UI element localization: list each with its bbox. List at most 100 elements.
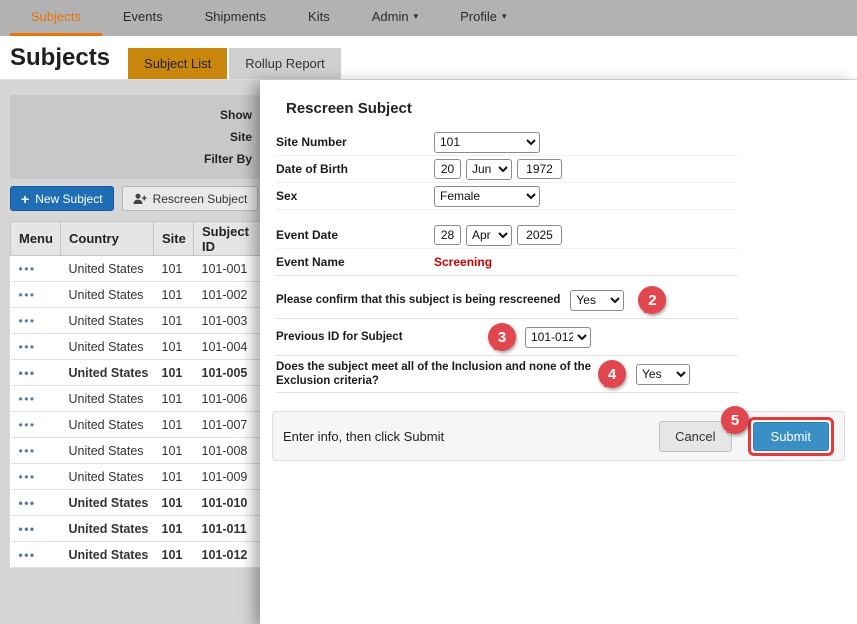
- field-site-number: Site Number 101: [276, 129, 738, 156]
- nav-item-events[interactable]: Events: [102, 0, 184, 36]
- top-nav: Subjects Events Shipments Kits Admin ▾ P…: [0, 0, 857, 36]
- tab-subject-list[interactable]: Subject List: [128, 48, 227, 79]
- row-menu-icon[interactable]: •••: [19, 444, 36, 458]
- cell-country: United States: [61, 412, 154, 438]
- cell-subject-id: 101-005: [194, 360, 261, 386]
- row-menu-icon[interactable]: •••: [19, 548, 36, 562]
- nav-item-label: Admin: [372, 9, 409, 24]
- cell-subject-id: 101-008: [194, 438, 261, 464]
- col-header-site[interactable]: Site: [154, 222, 194, 256]
- row-menu-icon[interactable]: •••: [19, 340, 36, 354]
- table-row[interactable]: ••• United States 101 101-004: [11, 334, 261, 360]
- row-menu-icon[interactable]: •••: [19, 522, 36, 536]
- cell-subject-id: 101-006: [194, 386, 261, 412]
- cell-subject-id: 101-012: [194, 542, 261, 568]
- nav-item-label: Kits: [308, 9, 330, 24]
- plus-icon: +: [21, 191, 29, 207]
- table-row[interactable]: ••• United States 101 101-007: [11, 412, 261, 438]
- table-row[interactable]: ••• United States 101 101-001: [11, 256, 261, 282]
- cell-country: United States: [61, 334, 154, 360]
- table-row[interactable]: ••• United States 101 101-003: [11, 308, 261, 334]
- row-menu-icon[interactable]: •••: [19, 392, 36, 406]
- dob-year-input[interactable]: [517, 159, 562, 179]
- site-number-select[interactable]: 101: [434, 132, 540, 153]
- col-header-menu[interactable]: Menu: [11, 222, 61, 256]
- filter-label-show: Show: [10, 104, 252, 126]
- cell-country: United States: [61, 490, 154, 516]
- nav-item-subjects[interactable]: Subjects: [10, 0, 102, 36]
- cell-country: United States: [61, 360, 154, 386]
- row-menu-icon[interactable]: •••: [19, 418, 36, 432]
- new-subject-label: New Subject: [35, 192, 102, 206]
- col-header-subject-id[interactable]: Subject ID: [194, 222, 261, 256]
- submit-button[interactable]: Submit: [753, 422, 829, 451]
- table-row[interactable]: ••• United States 101 101-011: [11, 516, 261, 542]
- cell-country: United States: [61, 542, 154, 568]
- step-callout-4: 4: [598, 360, 626, 388]
- rescreen-modal: Rescreen Subject Site Number 101 Date of…: [260, 80, 857, 624]
- col-header-country[interactable]: Country: [61, 222, 154, 256]
- page-header: Subjects Subject List Rollup Report: [0, 36, 857, 80]
- nav-item-kits[interactable]: Kits: [287, 0, 351, 36]
- field-event-name: Event Name Screening: [276, 249, 738, 276]
- person-plus-icon: [133, 193, 147, 205]
- field-event-date: Event Date Apr: [276, 222, 738, 249]
- cell-site: 101: [154, 386, 194, 412]
- event-name-label: Event Name: [276, 255, 434, 269]
- tab-rollup-report[interactable]: Rollup Report: [229, 48, 341, 79]
- row-menu-icon[interactable]: •••: [19, 470, 36, 484]
- previous-id-select[interactable]: 101-012: [525, 327, 591, 348]
- table-row[interactable]: ••• United States 101 101-009: [11, 464, 261, 490]
- row-menu-icon[interactable]: •••: [19, 314, 36, 328]
- table-row[interactable]: ••• United States 101 101-006: [11, 386, 261, 412]
- nav-item-profile[interactable]: Profile ▾: [439, 0, 527, 36]
- cell-site: 101: [154, 308, 194, 334]
- table-header-row: Menu Country Site Subject ID: [11, 222, 261, 256]
- cell-subject-id: 101-004: [194, 334, 261, 360]
- rescreen-subject-label: Rescreen Subject: [153, 192, 248, 206]
- sex-select[interactable]: Female: [434, 186, 540, 207]
- row-menu-icon[interactable]: •••: [19, 288, 36, 302]
- dob-day-input[interactable]: [434, 159, 461, 179]
- page-title: Subjects: [10, 44, 110, 72]
- nav-item-admin[interactable]: Admin ▾: [351, 0, 439, 36]
- table-row[interactable]: ••• United States 101 101-010: [11, 490, 261, 516]
- nav-item-label: Shipments: [205, 9, 266, 24]
- cell-site: 101: [154, 438, 194, 464]
- submit-highlight-box: Submit: [748, 417, 834, 456]
- field-confirm-rescreen: Please confirm that this subject is bein…: [276, 282, 738, 319]
- dob-month-select[interactable]: Jun: [466, 159, 512, 180]
- table-row[interactable]: ••• United States 101 101-005: [11, 360, 261, 386]
- nav-item-shipments[interactable]: Shipments: [184, 0, 287, 36]
- cell-site: 101: [154, 490, 194, 516]
- new-subject-button[interactable]: + New Subject: [10, 186, 114, 211]
- event-date-day-input[interactable]: [434, 225, 461, 245]
- subject-table-body: ••• United States 101 101-001 ••• United…: [11, 256, 261, 568]
- row-menu-icon[interactable]: •••: [19, 496, 36, 510]
- cell-country: United States: [61, 386, 154, 412]
- cell-subject-id: 101-011: [194, 516, 261, 542]
- subject-table: Menu Country Site Subject ID ••• United …: [10, 221, 261, 568]
- cell-country: United States: [61, 464, 154, 490]
- nav-item-label: Subjects: [31, 9, 81, 24]
- table-row[interactable]: ••• United States 101 101-012: [11, 542, 261, 568]
- table-row[interactable]: ••• United States 101 101-002: [11, 282, 261, 308]
- confirm-rescreen-select[interactable]: Yes: [570, 290, 624, 311]
- cell-site: 101: [154, 542, 194, 568]
- filter-label-filter-by: Filter By: [10, 148, 252, 170]
- modal-footer: Enter info, then click Submit Cancel Sub…: [272, 411, 845, 461]
- table-row[interactable]: ••• United States 101 101-008: [11, 438, 261, 464]
- event-date-label: Event Date: [276, 228, 434, 242]
- field-sex: Sex Female: [276, 183, 738, 210]
- question-section: Please confirm that this subject is bein…: [276, 282, 738, 393]
- cell-subject-id: 101-002: [194, 282, 261, 308]
- event-date-year-input[interactable]: [517, 225, 562, 245]
- step-callout-5: 5: [721, 406, 749, 434]
- rescreen-subject-button[interactable]: Rescreen Subject: [122, 186, 259, 211]
- event-date-month-select[interactable]: Apr: [466, 225, 512, 246]
- inclusion-select[interactable]: Yes: [636, 364, 690, 385]
- event-name-value: Screening: [434, 255, 492, 269]
- row-menu-icon[interactable]: •••: [19, 262, 36, 276]
- cell-subject-id: 101-007: [194, 412, 261, 438]
- row-menu-icon[interactable]: •••: [19, 366, 36, 380]
